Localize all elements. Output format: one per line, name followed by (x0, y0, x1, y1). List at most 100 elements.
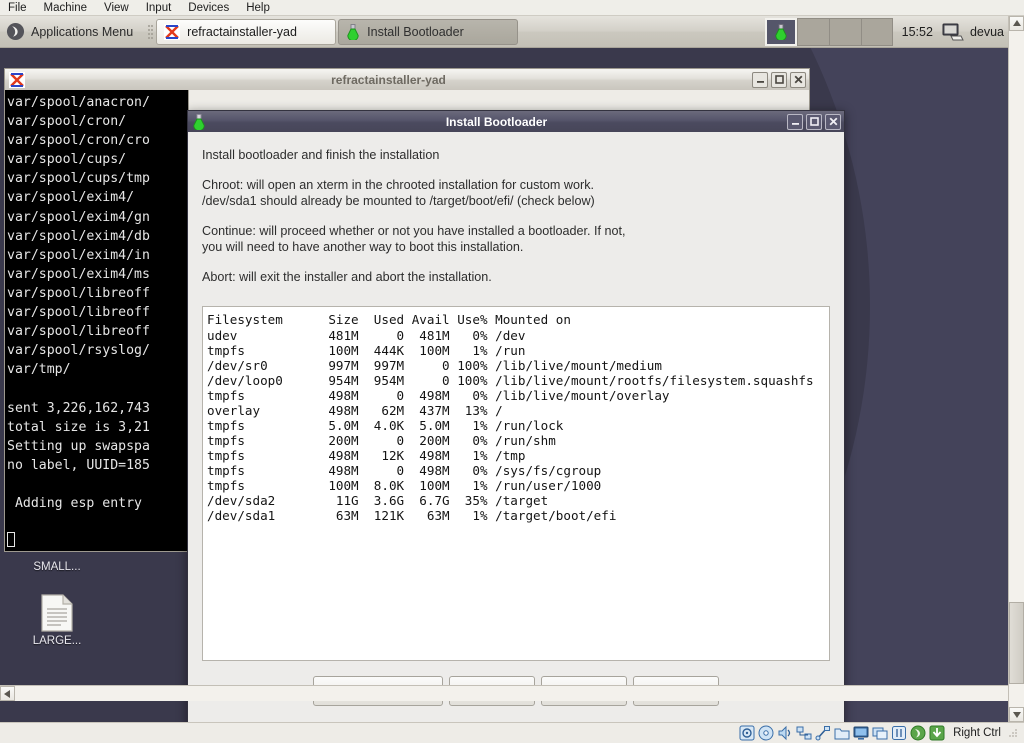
titlebar-refractainstaller[interactable]: refractainstaller-yad (4, 68, 810, 90)
terminal-line: var/spool/exim4/ (7, 190, 135, 206)
menu-help[interactable]: Help (246, 0, 270, 16)
flask-icon (775, 23, 787, 40)
hard-disk-icon[interactable] (739, 725, 755, 741)
menu-file[interactable]: File (8, 0, 27, 16)
terminal-line: total size is 3,21 (7, 419, 150, 435)
terminal-line: var/spool/exim4/ms (7, 266, 150, 282)
mouse-integration-icon[interactable] (910, 725, 926, 741)
window-controls (752, 71, 806, 88)
terminal-cursor-line (7, 532, 188, 551)
network-icon[interactable] (796, 725, 812, 741)
workspace-1[interactable] (764, 17, 797, 46)
terminal-line: var/spool/cups/ (7, 152, 127, 168)
panel-right-section: 15:52 devua (764, 16, 1008, 48)
minimize-icon[interactable] (787, 113, 803, 130)
optical-disk-icon[interactable] (758, 725, 774, 741)
terminal-line: var/spool/exim4/gn (7, 209, 150, 225)
workspace-switcher[interactable] (764, 17, 893, 46)
menu-machine[interactable]: Machine (44, 0, 87, 16)
terminal-line: var/spool/exim4/db (7, 228, 150, 244)
shared-folder-icon[interactable] (834, 725, 850, 741)
screen: File Machine View Input Devices Help SMA… (0, 0, 1024, 743)
terminal-line: no label, UUID=185 (7, 457, 150, 473)
df-row: overlay 498M 62M 437M 13% / (207, 402, 503, 418)
applications-menu-label: Applications Menu (31, 24, 134, 39)
df-row: tmpfs 498M 12K 498M 1% /tmp (207, 448, 526, 463)
vm-viewport: SMALL... LARGE... Applications Menu refr… (0, 16, 1008, 722)
maximize-icon[interactable] (806, 113, 822, 130)
recording-icon[interactable] (891, 725, 907, 741)
terminal-line: var/spool/rsyslog/ (7, 343, 150, 359)
terminal-line: var/spool/anacron/ (7, 95, 150, 110)
terminal-line: var/spool/exim4/in (7, 247, 150, 263)
host-key-label: Right Ctrl (953, 727, 1001, 739)
terminal-line: var/spool/libreoff (7, 324, 150, 340)
usb-icon[interactable] (815, 725, 831, 741)
xfce-panel: Applications Menu refractainstaller-yad … (0, 16, 1008, 48)
taskbar-item-label: refractainstaller-yad (187, 24, 297, 39)
terminal-line: Setting up swapspa (7, 438, 150, 454)
audio-icon[interactable] (777, 725, 793, 741)
workspace-2[interactable] (796, 17, 829, 46)
df-row: /dev/sda2 11G 3.6G 6.7G 35% /target (207, 493, 549, 509)
minimize-icon[interactable] (752, 71, 768, 88)
remote-desktop-icon[interactable] (872, 725, 888, 741)
dialog-window-controls (787, 113, 841, 130)
terminal-line: var/tmp/ (7, 362, 71, 378)
close-icon[interactable] (825, 113, 841, 130)
dialog-paragraph-chroot: Chroot: will open an xterm in the chroot… (202, 178, 595, 208)
window-task-list: refractainstaller-yad Install Bootloader (147, 18, 519, 45)
resize-grip[interactable] (1008, 727, 1018, 739)
df-row: tmpfs 100M 444K 100M 1% /run (207, 342, 526, 358)
taskbar-item-install-bootloader[interactable]: Install Bootloader (338, 18, 519, 45)
terminal-output[interactable]: var/spool/anacron/ var/spool/cron/ var/s… (4, 90, 189, 552)
dialog-heading: Install bootloader and finish the instal… (202, 148, 440, 162)
scroll-up-arrow[interactable] (1009, 16, 1024, 31)
scroll-left-arrow[interactable] (0, 686, 15, 701)
terminal-line: var/spool/cups/tmp (7, 171, 150, 187)
vertical-scroll-thumb[interactable] (1009, 602, 1024, 684)
applications-menu-button[interactable]: Applications Menu (1, 18, 141, 46)
df-header-row: Filesystem Size Used Avail Use% Mounted … (207, 312, 571, 328)
workspace-4[interactable] (860, 17, 893, 46)
display-icon[interactable] (853, 725, 869, 741)
terminal-line: var/spool/cron/ (7, 114, 127, 130)
xterm-icon (164, 23, 181, 40)
df-row: /dev/sda1 63M 121K 63M 1% /target/boot/e… (207, 508, 617, 524)
titlebar-install-bootloader[interactable]: Install Bootloader (187, 110, 845, 132)
disk-usage-panel[interactable]: Filesystem Size Used Avail Use% Mounted … (202, 306, 830, 662)
flask-icon (347, 23, 359, 40)
df-row: tmpfs 100M 8.0K 100M 1% /run/user/1000 (207, 478, 602, 494)
user-label[interactable]: devua (964, 25, 1008, 39)
terminal-line: Adding esp entry (7, 495, 142, 511)
horizontal-scrollbar[interactable] (0, 685, 1008, 701)
menu-view[interactable]: View (104, 0, 129, 16)
maximize-icon[interactable] (771, 71, 787, 88)
scroll-down-arrow[interactable] (1009, 707, 1024, 722)
menu-devices[interactable]: Devices (188, 0, 229, 16)
terminal-line: sent 3,226,162,743 (7, 400, 150, 416)
df-row: udev 481M 0 481M 0% /dev (207, 327, 526, 343)
mouse-icon (6, 22, 25, 41)
dialog-paragraph-continue: Continue: will proceed whether or not yo… (202, 224, 626, 254)
df-row: tmpfs 5.0M 4.0K 5.0M 1% /run/lock (207, 417, 564, 433)
window-title: refractainstaller-yad (331, 72, 446, 87)
display-tray-icon[interactable] (942, 23, 964, 41)
host-key-icon[interactable] (929, 725, 945, 741)
terminal-cursor (7, 532, 15, 548)
taskbar-item-refractainstaller[interactable]: refractainstaller-yad (156, 18, 337, 45)
vertical-scrollbar[interactable] (1008, 16, 1024, 722)
terminal-line: var/spool/cron/cro (7, 133, 150, 149)
dialog-install-bootloader[interactable]: Install Bootloader Install bootloader an… (187, 110, 845, 722)
close-icon[interactable] (790, 71, 806, 88)
workspace-3[interactable] (828, 17, 861, 46)
menu-input[interactable]: Input (146, 0, 172, 16)
virtualbox-menubar: File Machine View Input Devices Help (0, 0, 1024, 16)
clock[interactable]: 15:52 (893, 25, 942, 39)
df-row: tmpfs 498M 0 498M 0% /sys/fs/cgroup (207, 463, 602, 479)
panel-grip-handle[interactable] (147, 21, 154, 43)
virtualbox-statusbar: Right Ctrl (0, 722, 1024, 743)
